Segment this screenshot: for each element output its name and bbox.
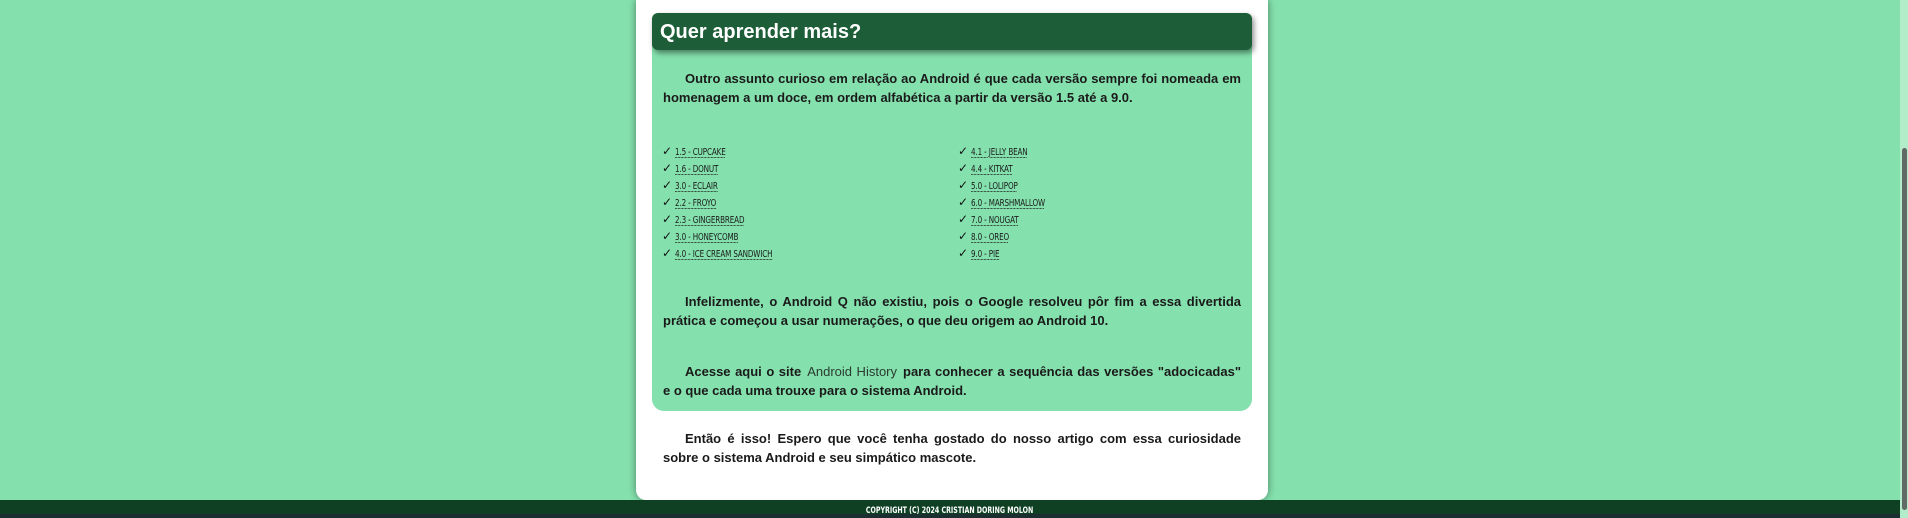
scrollbar-thumb[interactable] bbox=[1902, 148, 1907, 510]
list-item: ✓ 2.2 - Froyo bbox=[662, 193, 810, 210]
check-icon: ✓ bbox=[958, 178, 969, 192]
site-footer: Copyright (c) 2024 Cristian Doring Molon bbox=[0, 500, 1900, 516]
intro-paragraph: Outro assunto curioso em relação ao Andr… bbox=[663, 71, 1241, 105]
list-item: ✓ 8.0 - Oreo bbox=[958, 227, 1074, 244]
access-text-before: Acesse aqui o site bbox=[685, 364, 802, 379]
android-history-link[interactable]: Android History bbox=[801, 364, 903, 379]
version-link-jelly-bean[interactable]: 4.1 - Jelly Bean bbox=[971, 144, 1028, 161]
version-link-honeycomb[interactable]: 3.0 - Honeycomb bbox=[675, 229, 738, 246]
list-item: ✓ 4.0 - Ice Cream Sandwich bbox=[662, 244, 810, 261]
list-item: ✓ 2.3 - Gingerbread bbox=[662, 210, 810, 227]
version-link-froyo[interactable]: 2.2 - Froyo bbox=[675, 195, 716, 212]
version-list-left: ✓ 1.5 - Cupcake ✓ 1.6 - Donut ✓ 3.0 - Eclai… bbox=[662, 142, 810, 261]
learn-more-section: Quer aprender mais? Outro assunto curios… bbox=[652, 13, 1252, 411]
check-icon: ✓ bbox=[958, 229, 969, 243]
section-header: Quer aprender mais? bbox=[652, 13, 1252, 50]
version-link-pie[interactable]: 9.0 - Pie bbox=[971, 246, 999, 263]
check-icon: ✓ bbox=[958, 144, 969, 158]
version-link-oreo[interactable]: 8.0 - Oreo bbox=[971, 229, 1009, 246]
check-icon: ✓ bbox=[958, 246, 969, 260]
check-icon: ✓ bbox=[662, 144, 673, 158]
version-link-ice-cream-sandwich[interactable]: 4.0 - Ice Cream Sandwich bbox=[675, 246, 773, 263]
version-link-marshmallow[interactable]: 6.0 - Marshmallow bbox=[971, 195, 1045, 212]
list-item: ✓ 5.0 - Lolipop bbox=[958, 176, 1074, 193]
check-icon: ✓ bbox=[958, 212, 969, 226]
bottom-strip bbox=[0, 514, 1900, 518]
android-q-paragraph: Infelizmente, o Android Q não existiu, p… bbox=[663, 294, 1241, 328]
version-link-gingerbread[interactable]: 2.3 - Gingerbread bbox=[675, 212, 745, 229]
check-icon: ✓ bbox=[662, 212, 673, 226]
version-link-nougat[interactable]: 7.0 - Nougat bbox=[971, 212, 1019, 229]
list-item: ✓ 4.4 - KitKat bbox=[958, 159, 1074, 176]
version-link-eclair[interactable]: 3.0 - Eclair bbox=[675, 178, 718, 195]
version-link-donut[interactable]: 1.6 - Donut bbox=[675, 161, 718, 178]
list-item: ✓ 1.6 - Donut bbox=[662, 159, 810, 176]
access-paragraph: Acesse aqui o site Android History para co… bbox=[663, 363, 1241, 400]
version-link-kitkat[interactable]: 4.4 - KitKat bbox=[971, 161, 1013, 178]
check-icon: ✓ bbox=[958, 161, 969, 175]
section-title: Quer aprender mais? bbox=[660, 21, 862, 43]
list-item: ✓ 4.1 - Jelly Bean bbox=[958, 142, 1074, 159]
article-card: Quer aprender mais? Outro assunto curios… bbox=[636, 0, 1268, 500]
list-item: ✓ 3.0 - Honeycomb bbox=[662, 227, 810, 244]
list-item: ✓ 3.0 - Eclair bbox=[662, 176, 810, 193]
version-link-cupcake[interactable]: 1.5 - Cupcake bbox=[675, 144, 726, 161]
list-item: ✓ 9.0 - Pie bbox=[958, 244, 1074, 261]
list-item: ✓ 6.0 - Marshmallow bbox=[958, 193, 1074, 210]
list-item: ✓ 1.5 - Cupcake bbox=[662, 142, 810, 159]
check-icon: ✓ bbox=[662, 229, 673, 243]
check-icon: ✓ bbox=[662, 161, 673, 175]
closing-paragraph: Então é isso! Espero que você tenha gost… bbox=[663, 431, 1241, 465]
check-icon: ✓ bbox=[662, 178, 673, 192]
check-icon: ✓ bbox=[662, 195, 673, 209]
version-list-right: ✓ 4.1 - Jelly Bean ✓ 4.4 - KitKat ✓ 5.0 - L… bbox=[958, 142, 1074, 261]
list-item: ✓ 7.0 - Nougat bbox=[958, 210, 1074, 227]
check-icon: ✓ bbox=[662, 246, 673, 260]
check-icon: ✓ bbox=[958, 195, 969, 209]
version-link-lolipop[interactable]: 5.0 - Lolipop bbox=[971, 178, 1018, 195]
